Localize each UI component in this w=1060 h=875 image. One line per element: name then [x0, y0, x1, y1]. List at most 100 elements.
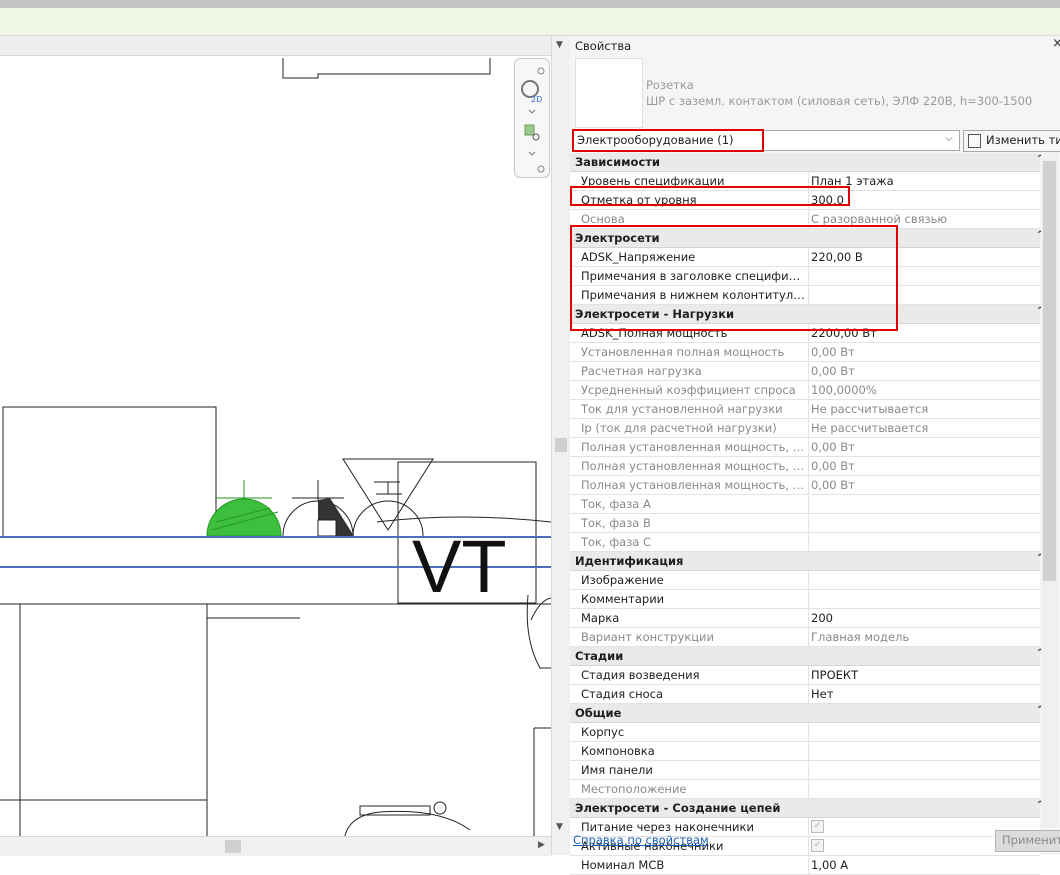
drawing-canvas[interactable]: VT — [0, 36, 551, 836]
options-bar — [0, 8, 1060, 36]
property-group-header[interactable]: Зависимости⌃ — [570, 153, 1044, 172]
property-group-header[interactable]: Идентификация⌃ — [570, 552, 1044, 571]
property-name: Стадия возведения — [581, 668, 700, 682]
property-value-cell — [808, 514, 1040, 532]
property-name: Имя панели — [581, 763, 653, 777]
property-row[interactable]: Корпус — [570, 723, 1040, 742]
navigation-bar[interactable]: 2D — [514, 58, 550, 178]
property-row[interactable]: Стадия возведения ПРОЕКТ — [570, 666, 1040, 685]
property-value-cell[interactable]: Нет — [808, 685, 1040, 703]
chevron-down-icon[interactable]: ⌵ — [945, 133, 953, 144]
property-row[interactable]: Вариант конструкции Главная модель — [570, 628, 1040, 647]
drawing-horizontal-scrollbar[interactable]: ▶ — [0, 836, 551, 856]
property-value-cell: Не рассчитывается — [808, 400, 1040, 418]
property-row[interactable]: Ток, фаза А — [570, 495, 1040, 514]
drawing-vertical-scrollbar[interactable]: ▼ ▼ — [551, 36, 570, 855]
scroll-right-icon[interactable]: ▶ — [538, 840, 545, 850]
drawing-tag-vt: VT — [412, 525, 507, 608]
property-row[interactable]: Полная установленная мощность, фаз... 0,0… — [570, 438, 1040, 457]
scroll-thumb[interactable] — [225, 840, 241, 853]
property-row[interactable]: Отметка от уровня 300,0 — [570, 191, 1040, 210]
family-type: ШР с заземл. контактом (силовая сеть), Э… — [646, 94, 1033, 108]
property-value: 200 — [811, 611, 833, 625]
property-value: 100,0000% — [811, 383, 877, 397]
checkbox[interactable]: ✓ — [811, 839, 824, 852]
property-row[interactable]: Усредненный коэффициент спроса 100,0000% — [570, 381, 1040, 400]
property-row[interactable]: Изображение — [570, 571, 1040, 590]
property-value-cell[interactable] — [808, 742, 1040, 760]
apply-button[interactable]: Применить — [995, 830, 1060, 852]
property-row[interactable]: Расчетная нагрузка 0,00 Вт — [570, 362, 1040, 381]
steering-wheel-2d-icon[interactable]: 2D — [521, 80, 542, 104]
property-row[interactable]: Имя панели — [570, 761, 1040, 780]
property-value-cell[interactable]: План 1 этажа — [808, 172, 1040, 190]
properties-scrollbar[interactable] — [1041, 153, 1058, 828]
property-group-header[interactable]: Общие⌃ — [570, 704, 1044, 723]
properties-help-link[interactable]: Справка по свойствам — [573, 833, 709, 847]
property-row[interactable]: Ток, фаза С — [570, 533, 1040, 552]
property-row[interactable]: Ток для установленной нагрузки Не рассчит… — [570, 400, 1040, 419]
zoom-region-icon[interactable] — [524, 124, 540, 141]
property-row[interactable]: Примечания в нижнем колонтитуле с... — [570, 286, 1040, 305]
property-row[interactable]: Марка 200 — [570, 609, 1040, 628]
property-value-cell[interactable]: 1,00 А — [808, 856, 1040, 874]
property-name: Примечания в заголовке спецификации — [581, 269, 805, 283]
panel-title: Свойства — [575, 39, 632, 53]
top-strip — [0, 0, 1060, 8]
property-value-cell[interactable]: 200 — [808, 609, 1040, 627]
property-value: Нет — [811, 687, 834, 701]
property-value-cell[interactable] — [808, 286, 1040, 304]
property-row[interactable]: Комментарии — [570, 590, 1040, 609]
property-row[interactable]: Местоположение — [570, 780, 1040, 799]
scroll-up-icon[interactable]: ▼ — [556, 40, 563, 50]
property-value: 0,00 Вт — [811, 440, 855, 454]
property-row[interactable]: Основа С разорванной связью — [570, 210, 1040, 229]
close-icon[interactable]: × — [1052, 36, 1060, 51]
property-row[interactable]: Примечания в заголовке спецификации — [570, 267, 1040, 286]
property-row[interactable]: Номинал МСВ 1,00 А — [570, 856, 1040, 875]
scroll-down-icon[interactable]: ▼ — [556, 822, 563, 832]
property-value-cell[interactable]: 300,0 — [808, 191, 1040, 209]
navbar-close-icon[interactable] — [537, 67, 545, 173]
property-row[interactable]: Полная установленная мощность, фаз... 0,0… — [570, 476, 1040, 495]
view-tab-strip — [0, 36, 551, 56]
property-value-cell[interactable]: ПРОЕКТ — [808, 666, 1040, 684]
checkbox[interactable]: ✓ — [811, 820, 824, 833]
property-row[interactable]: ADSK_Напряжение 220,00 В — [570, 248, 1040, 267]
property-row[interactable]: ADSK_Полная мощность 2200,00 Вт — [570, 324, 1040, 343]
property-value: Главная модель — [811, 630, 910, 644]
property-value-cell[interactable] — [808, 267, 1040, 285]
property-value-cell[interactable] — [808, 723, 1040, 741]
group-label: Электросети - Создание цепей — [575, 801, 781, 815]
property-row[interactable]: Ток, фаза В — [570, 514, 1040, 533]
property-name: Полная установленная мощность, фаз... — [581, 440, 805, 454]
property-name: Питание через наконечники — [581, 820, 754, 834]
property-group-header[interactable]: Электросети - Нагрузки⌃ — [570, 305, 1044, 324]
group-label: Стадии — [575, 649, 624, 663]
property-row[interactable]: Уровень спецификации План 1 этажа — [570, 172, 1040, 191]
type-selector[interactable]: Электрооборудование (1) ⌵ — [572, 130, 960, 151]
property-value-cell — [808, 780, 1040, 798]
property-value-cell[interactable] — [808, 590, 1040, 608]
property-group-header[interactable]: Электросети⌃ — [570, 229, 1044, 248]
type-preview-image — [575, 58, 643, 128]
property-row[interactable]: Установленная полная мощность 0,00 Вт — [570, 343, 1040, 362]
scroll-thumb[interactable] — [555, 438, 567, 452]
property-row[interactable]: Стадия сноса Нет — [570, 685, 1040, 704]
property-name: Ток, фаза С — [581, 535, 652, 549]
property-value-cell[interactable]: 220,00 В — [808, 248, 1040, 266]
property-row[interactable]: Компоновка — [570, 742, 1040, 761]
properties-panel: Свойства × Розетка ШР с заземл. контакто… — [570, 36, 1060, 875]
edit-type-button[interactable]: Изменить тип — [963, 130, 1060, 152]
scroll-thumb[interactable] — [1043, 161, 1056, 581]
property-group-header[interactable]: Электросети - Создание цепей⌃ — [570, 799, 1044, 818]
property-row[interactable]: Ip (ток для расчетной нагрузки) Не рассчи… — [570, 419, 1040, 438]
property-value-cell[interactable]: 2200,00 Вт — [808, 324, 1040, 342]
property-group-header[interactable]: Стадии⌃ — [570, 647, 1044, 666]
property-row[interactable]: Полная установленная мощность, фаз... 0,0… — [570, 457, 1040, 476]
property-name: Стадия сноса — [581, 687, 664, 701]
property-value: Не рассчитывается — [811, 421, 929, 435]
property-value: План 1 этажа — [811, 174, 894, 188]
property-value-cell[interactable] — [808, 761, 1040, 779]
property-value-cell[interactable] — [808, 571, 1040, 589]
